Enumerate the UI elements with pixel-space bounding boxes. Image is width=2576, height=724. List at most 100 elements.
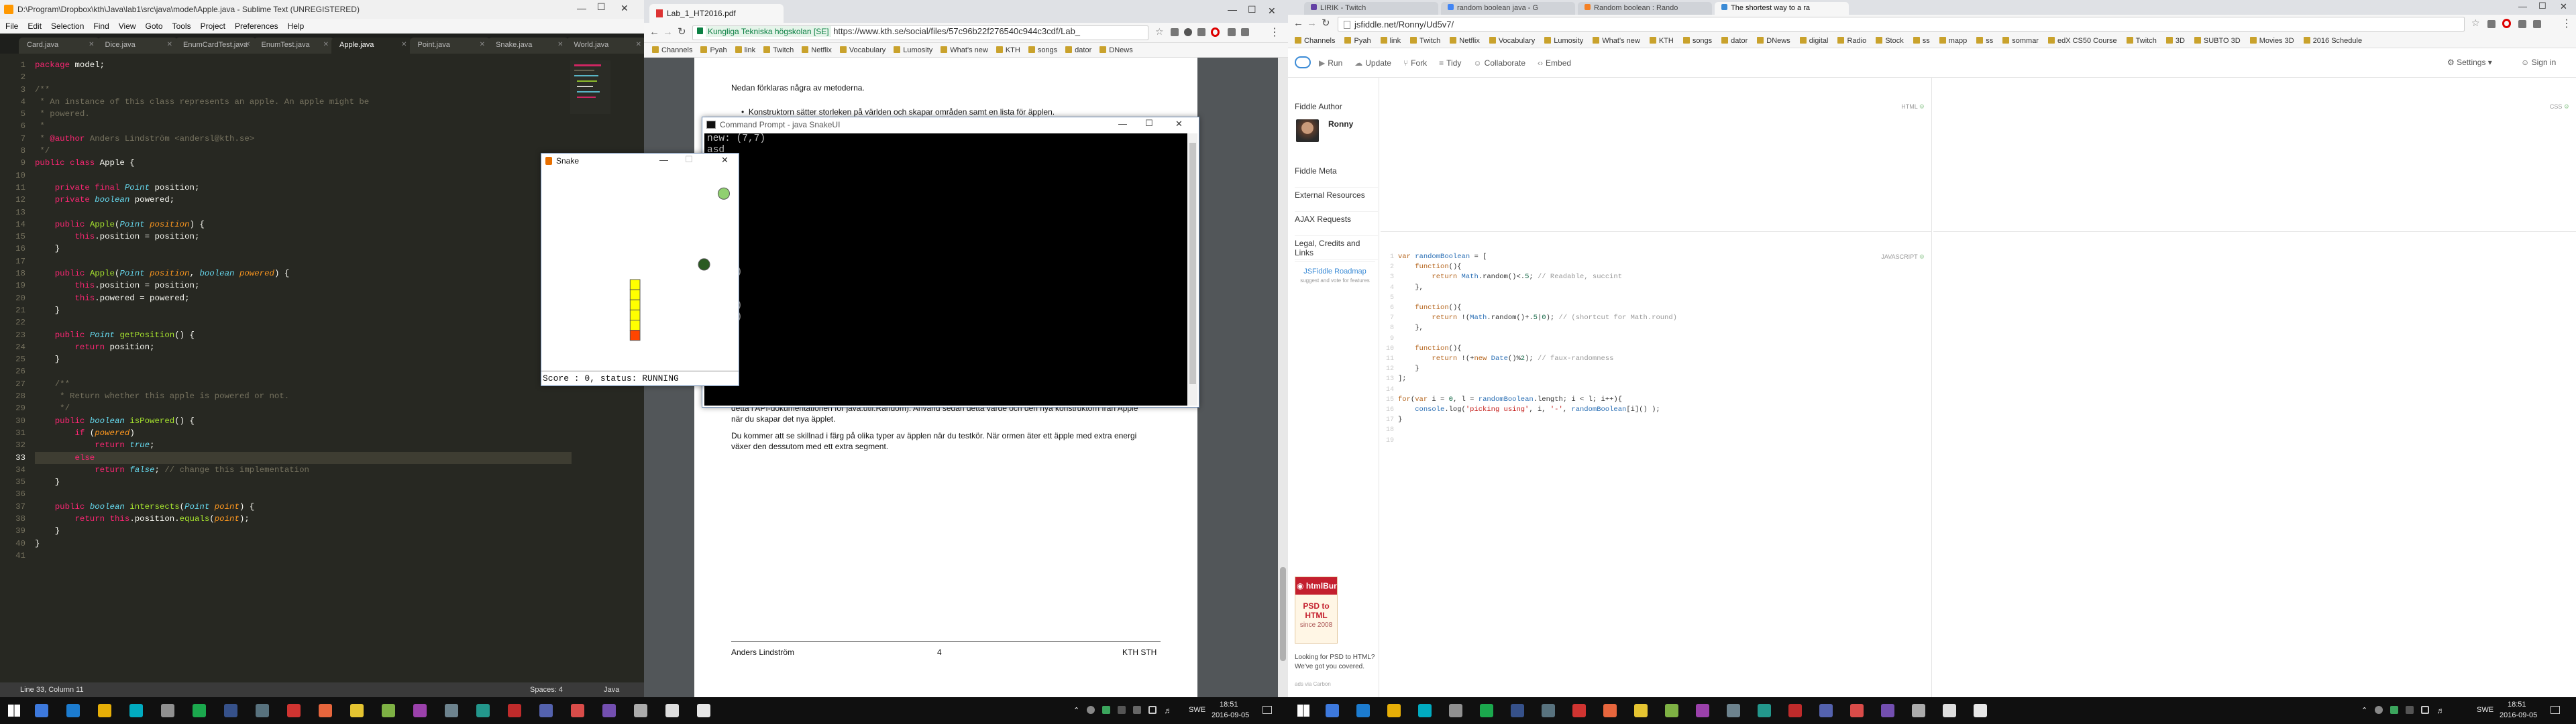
code-line[interactable]: this.powered = powered;	[35, 292, 572, 304]
browser1-minimize-button[interactable]: —	[1228, 4, 1237, 15]
tray-icon[interactable]	[1133, 706, 1142, 714]
bookmark-item[interactable]: DNews	[1099, 46, 1133, 54]
extension-icon[interactable]	[2487, 20, 2496, 28]
editor-tab[interactable]: Snake.java ✕	[488, 38, 569, 54]
cmd-maximize-button[interactable]: ☐	[1145, 118, 1153, 129]
code-line[interactable]: private final Point position;	[35, 182, 572, 194]
bookmark-item[interactable]: 3D	[2165, 36, 2185, 45]
taskbar-app-icon[interactable]	[350, 704, 364, 717]
bookmark-item[interactable]: dator	[1065, 46, 1091, 54]
code-line[interactable]: return position;	[35, 341, 572, 353]
code-line[interactable]	[1390, 334, 1900, 344]
snake-minimize-button[interactable]: —	[659, 155, 668, 165]
browser1-tab[interactable]: Lab_1_HT2016.pdf	[649, 4, 784, 23]
code-line[interactable]: * Return whether this apple is powered o…	[35, 390, 572, 402]
toolbar-fork-button[interactable]: ⑂ Fork	[1403, 58, 1427, 68]
input-language[interactable]: SWE	[1189, 706, 1205, 714]
code-line[interactable]: }	[35, 525, 572, 537]
maximize-button[interactable]: ☐	[597, 1, 606, 13]
taskbar-app-icon[interactable]	[193, 704, 206, 717]
bookmark-item[interactable]: link	[1380, 36, 1401, 45]
menu-item[interactable]: Preferences	[235, 21, 278, 31]
menu-item[interactable]: Project	[201, 21, 225, 31]
code-line[interactable]: public Apple(Point position, boolean pow…	[35, 267, 572, 280]
clock-time[interactable]: 18:51	[2508, 701, 2526, 709]
snake-close-button[interactable]: ✕	[721, 155, 729, 166]
code-line[interactable]: return true;	[35, 439, 572, 451]
reload-icon[interactable]: ↻	[1322, 17, 1330, 29]
extension-icon[interactable]	[1171, 28, 1179, 36]
close-icon[interactable]: ✕	[89, 41, 94, 48]
close-icon[interactable]: ✕	[167, 41, 172, 48]
volume-icon[interactable]: ♬	[2436, 706, 2445, 715]
taskbar-app-icon[interactable]	[476, 704, 490, 717]
browser2-tab[interactable]: LIRIK - Twitch	[1304, 2, 1438, 15]
opera-icon[interactable]	[1211, 27, 1220, 37]
code-line[interactable]: public class Apple {	[35, 157, 572, 169]
code-line[interactable]: * @author Anders Lindström <andersl@kth.…	[35, 133, 572, 145]
code-line[interactable]: }	[35, 538, 572, 550]
html-panel[interactable]: HTML ⚙	[1381, 78, 1932, 232]
forward-icon[interactable]: →	[1307, 17, 1317, 29]
bookmark-item[interactable]: Pyah	[700, 46, 727, 54]
taskbar-app-icon[interactable]	[1788, 704, 1802, 717]
author-avatar[interactable]	[1296, 119, 1319, 142]
taskbar-app-icon[interactable]	[1943, 704, 1956, 717]
bookmark-item[interactable]: edX CS50 Course	[2047, 36, 2117, 45]
gear-icon[interactable]: ⚙	[1919, 253, 1925, 260]
taskbar-app-icon[interactable]	[665, 704, 679, 717]
taskbar-app-icon[interactable]	[256, 704, 269, 717]
code-line[interactable]: this.position = position;	[35, 280, 572, 292]
extension-icon[interactable]	[2533, 20, 2541, 28]
code-line[interactable]: package model;	[35, 59, 572, 71]
roadmap-box[interactable]: JSFiddle Roadmap suggest and vote for fe…	[1295, 261, 1375, 292]
bookmark-item[interactable]: What's new	[1593, 36, 1640, 45]
code-line[interactable]: }	[35, 243, 572, 255]
settings-button[interactable]: ⚙ Settings ▾	[2447, 58, 2492, 67]
code-line[interactable]	[35, 316, 572, 328]
code-line[interactable]	[1390, 293, 1900, 303]
taskbar-app-icon[interactable]	[571, 704, 584, 717]
toolbar-embed-button[interactable]: ‹› Embed	[1538, 58, 1571, 68]
notifications-icon[interactable]	[1263, 706, 1272, 714]
bookmark-item[interactable]: mapp	[1939, 36, 1967, 45]
code-line[interactable]: else	[35, 451, 572, 464]
address-bar[interactable]: jsfiddle.net/Ronny/Ud5v7/	[1338, 17, 2465, 32]
toolbar-tidy-button[interactable]: ≡ Tidy	[1439, 58, 1461, 68]
minimize-button[interactable]: —	[577, 3, 586, 13]
menu-item[interactable]: Goto	[146, 21, 163, 31]
taskbar-app-icon[interactable]	[1696, 704, 1709, 717]
network-icon[interactable]	[2421, 706, 2430, 714]
code-line[interactable]: *	[35, 120, 572, 132]
browser2-tab[interactable]: Random boolean : Rando	[1578, 2, 1712, 15]
bookmark-item[interactable]: KTH	[1649, 36, 1674, 45]
menu-item[interactable]: Find	[93, 21, 109, 31]
taskbar-app-icon[interactable]	[382, 704, 395, 717]
bookmark-item[interactable]: KTH	[996, 46, 1020, 54]
taskbar-app-icon[interactable]	[1850, 704, 1864, 717]
taskbar-app-icon[interactable]	[508, 704, 521, 717]
snake-board[interactable]	[541, 168, 739, 371]
extension-icon[interactable]	[2518, 20, 2526, 28]
bookmark-item[interactable]: Channels	[652, 46, 692, 54]
menu-item[interactable]: Selection	[51, 21, 84, 31]
code-line[interactable]	[1390, 425, 1900, 435]
code-line[interactable]: function(){	[1390, 262, 1900, 272]
bookmark-item[interactable]: songs	[1028, 46, 1057, 54]
cmd-scrollbar[interactable]	[1188, 133, 1197, 406]
bookmark-item[interactable]: Twitch	[763, 46, 794, 54]
forward-icon[interactable]: →	[663, 26, 673, 38]
input-language[interactable]: SWE	[2477, 706, 2493, 714]
taskbar-app-icon[interactable]	[1974, 704, 1987, 717]
clock-date[interactable]: 2016-09-05	[1212, 711, 1249, 719]
notifications-icon[interactable]	[2551, 706, 2560, 714]
taskbar-app-icon[interactable]	[1758, 704, 1771, 717]
status-syntax[interactable]: Java	[604, 686, 619, 694]
taskbar-app-icon[interactable]	[1449, 704, 1462, 717]
taskbar-app-icon[interactable]	[1881, 704, 1894, 717]
taskbar-app-icon[interactable]	[1572, 704, 1586, 717]
extension-icon[interactable]	[1197, 28, 1205, 36]
code-line[interactable]	[1390, 385, 1900, 395]
ad-banner[interactable]: ◉ htmlBurger PSD to HTML since 2008	[1295, 577, 1338, 644]
close-icon[interactable]: ✕	[245, 41, 250, 48]
